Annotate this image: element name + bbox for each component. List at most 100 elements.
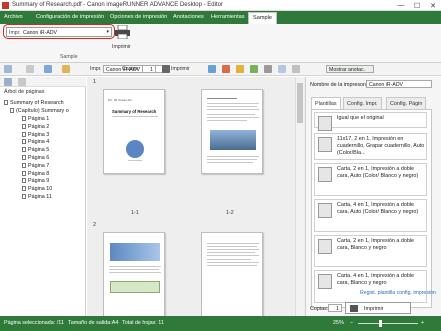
menu-sample[interactable]: Sample (248, 12, 277, 24)
settings-icon[interactable] (208, 65, 216, 73)
register-template-link[interactable]: Regist. plantilla config. impresión (360, 290, 436, 296)
rotate-icon[interactable] (250, 65, 258, 73)
minimize-button[interactable]: — (393, 0, 409, 11)
page-tree-title: Árbol de páginas (4, 89, 45, 95)
show-annotations-button[interactable]: Mostrar anotac. (326, 65, 374, 73)
window-title: Summary of Research.pdf - Canon imageRUN… (12, 2, 223, 8)
page-thumbnail-2-2[interactable] (201, 232, 263, 317)
delete-icon[interactable] (222, 65, 230, 73)
menu-archivo[interactable]: Archivo (4, 14, 23, 20)
photo-image (210, 130, 256, 150)
layout-icon[interactable] (264, 65, 272, 73)
tree-page-item[interactable]: Página 11 (22, 194, 52, 200)
template-item[interactable]: Carta, 2 en 1, Impresión a doble cara, B… (314, 235, 427, 267)
tree-page-item[interactable]: Página 6 (22, 155, 49, 161)
page-tree-panel: Árbol de páginas Summary of Research (Ca… (0, 77, 86, 316)
page-icon (22, 139, 26, 145)
menu-anotaciones[interactable]: Anotaciones (173, 14, 204, 20)
toolbar-copies-input[interactable]: 1 (142, 65, 156, 73)
page-area-scrollbar[interactable] (295, 77, 304, 316)
printer-name-select[interactable]: Canon iR-ADV (366, 80, 432, 88)
template-item[interactable]: Igual que el original (314, 112, 427, 131)
status-bar: Página seleccionada: /11 Tamaño de salid… (0, 316, 441, 331)
copy-icon[interactable] (44, 65, 52, 73)
tree-page-item[interactable]: Página 8 (22, 170, 49, 177)
toolbar-printer-label: Impr. (90, 66, 102, 72)
print-icon[interactable] (114, 24, 131, 40)
template-icon (318, 167, 332, 182)
highlight-ring (3, 24, 115, 39)
expand-icon[interactable] (4, 78, 12, 86)
tree-page-item[interactable]: Página 3 (22, 131, 49, 138)
show-annotations-label: Mostrar anotac. (329, 66, 366, 73)
tree-page-item[interactable]: Página 1 (22, 116, 49, 122)
page-area: 1 Pic. 06 Ocean tibi Summary of Research… (87, 77, 305, 317)
template-item[interactable]: Carta, 4 en 1, Impresión a doble cara, B… (314, 270, 427, 303)
status-selected-page: Página seleccionada: /11 (4, 320, 64, 326)
zoom-out-icon[interactable]: − (350, 320, 353, 326)
page-icon (22, 147, 26, 153)
printer-icon (350, 305, 358, 312)
collapse-icon[interactable] (18, 78, 26, 86)
tab-config-pagin[interactable]: Config. Págin (386, 97, 427, 109)
paste-icon[interactable] (62, 65, 70, 73)
tree-chapter[interactable]: (Capítulo) Summary o (10, 108, 69, 114)
preview-icon[interactable] (292, 65, 300, 73)
edit-icon[interactable] (236, 65, 244, 73)
toolbar-print-label[interactable]: Imprimir (171, 66, 190, 72)
tree-page-item[interactable]: Página 9 (22, 178, 49, 184)
tree-root[interactable]: Summary of Research (4, 100, 64, 106)
page-thumbnail-1-1[interactable]: Pic. 06 Ocean tibi Summary of Research (103, 89, 165, 174)
maximize-button[interactable]: ☐ (409, 0, 425, 11)
table-image (110, 281, 160, 293)
copies-input[interactable]: 1 (328, 304, 342, 312)
page-group-1-label: 1 (93, 79, 96, 85)
page-icon (22, 131, 26, 137)
menu-bar: Archivo Configuración de impresión Opcio… (0, 11, 441, 24)
menu-config-impresion[interactable]: Configuración de impresión (36, 14, 104, 20)
template-item[interactable]: 11x17, 2 en 1, Impresión en cuadernillo,… (314, 133, 427, 160)
menu-opciones-impresion[interactable]: Opciones de impresión (110, 14, 167, 20)
tab-plantillas[interactable]: Plantillas (311, 97, 341, 109)
new-icon[interactable] (4, 65, 12, 73)
template-item[interactable]: Carta, 4 en 1, Impresión a doble cara, A… (314, 199, 427, 232)
status-total-sheets: Total de hojas: 11 (122, 320, 164, 326)
page-icon (22, 123, 26, 129)
template-icon (318, 116, 332, 131)
page-group-2-label: 2 (93, 222, 96, 228)
page-icon (22, 170, 26, 176)
page-thumbnail-2-1[interactable] (103, 232, 165, 317)
tree-page-item[interactable]: Página 10 (22, 186, 52, 192)
template-icon (318, 274, 332, 289)
template-item[interactable]: Carta, 2 en 1, Impresión a doble cara, A… (314, 163, 427, 196)
page-thumbnail-1-2[interactable] (201, 89, 263, 174)
zoom-slider[interactable] (358, 323, 418, 324)
close-button[interactable]: ✕ (425, 0, 441, 11)
zoom-slider-thumb[interactable] (379, 320, 382, 327)
title-bar: Summary of Research.pdf - Canon imageRUN… (0, 0, 441, 11)
tree-page-item[interactable]: Página 7 (22, 162, 49, 169)
copies-label: Copias: (310, 306, 329, 312)
tree-page-item[interactable]: Página 2 (22, 123, 49, 130)
thumb-label-1-1: 1-1 (131, 210, 139, 216)
printer-name-label: Nombre de la impresora: (310, 82, 370, 88)
print-button-label: Imprimir (364, 306, 384, 312)
printer-name-value: Canon iR-ADV (369, 81, 404, 88)
menu-herramientas[interactable]: Herramientas (211, 14, 245, 20)
thumb-label-1-2: 1-2 (226, 210, 234, 216)
tree-page-item[interactable]: Página 5 (22, 147, 49, 153)
zoom-in-icon[interactable]: + (421, 320, 424, 326)
print-button[interactable]: Imprimir (345, 302, 411, 314)
zoom-icon[interactable] (278, 65, 286, 73)
ribbon-print-label[interactable]: Imprimir (112, 44, 131, 50)
page-1-title: Summary of Research (112, 109, 157, 114)
cut-icon[interactable] (26, 65, 34, 73)
toolbar-print-icon[interactable] (162, 65, 170, 73)
page-icon (22, 116, 26, 121)
tree-page-item[interactable]: Página 4 (22, 139, 49, 145)
scrollbar-thumb[interactable] (297, 83, 303, 123)
toolbar-copies-label: Copias: (122, 66, 140, 72)
page-icon (22, 155, 26, 160)
ribbon-group-label: Sample (60, 54, 78, 60)
tab-config-impr[interactable]: Config. Impr. (343, 97, 382, 109)
